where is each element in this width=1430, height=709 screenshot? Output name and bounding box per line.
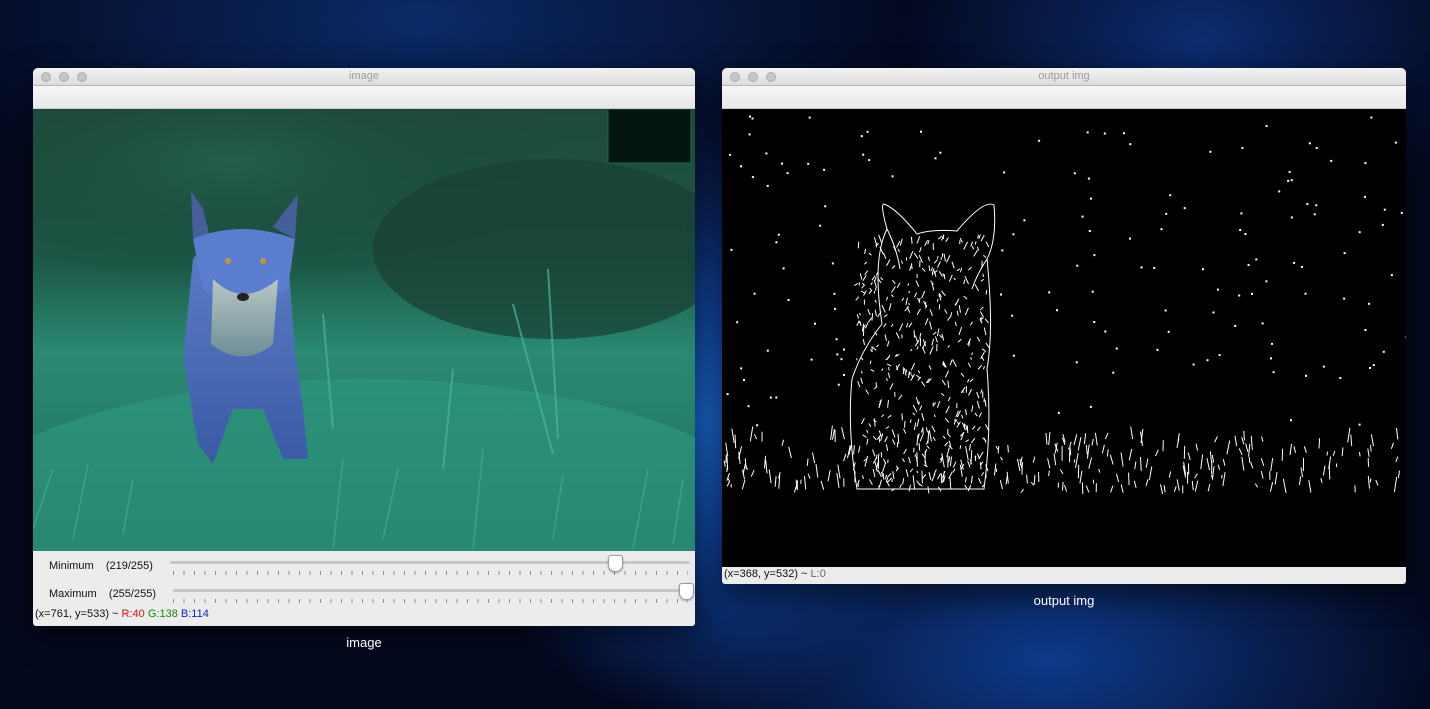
green-value: G:138 xyxy=(147,608,178,620)
output-window-toolbar xyxy=(722,86,1406,109)
minimum-slider-thumb[interactable] xyxy=(608,555,623,572)
blue-value: B:114 xyxy=(180,608,209,620)
cursor-coords: (x=761, y=533) ~ xyxy=(35,608,119,620)
image-window-titlebar[interactable]: image xyxy=(33,68,695,86)
output-window-titlebar[interactable]: output img xyxy=(722,68,1406,86)
output-canvas[interactable] xyxy=(722,109,1406,567)
image-canvas[interactable] xyxy=(33,109,695,551)
window-title: output img xyxy=(1038,70,1090,82)
maximum-trackbar: Maximum (255/255) xyxy=(33,579,695,607)
edge-image xyxy=(723,115,1406,495)
output-window: output img (x=368, y=532) ~ L:0 xyxy=(722,68,1406,584)
image-caption: image xyxy=(346,635,382,650)
fox-photo xyxy=(33,109,695,551)
image-window-toolbar xyxy=(33,86,695,109)
cursor-coords: (x=368, y=532) ~ xyxy=(724,568,808,580)
image-window: image Minimum (219/255) Maximum (255/255… xyxy=(33,68,695,626)
output-caption: output img xyxy=(1033,593,1095,608)
minimum-trackbar: Minimum (219/255) xyxy=(33,551,695,579)
image-status-bar: (x=761, y=533) ~ R:40 G:138 B:114 xyxy=(33,607,695,622)
minimum-label: Minimum (219/255) xyxy=(49,560,153,572)
maximum-slider-thumb[interactable] xyxy=(679,583,694,600)
maximum-label: Maximum (255/255) xyxy=(49,588,156,600)
luma-value: L:0 xyxy=(810,568,826,580)
red-value: R:40 xyxy=(121,608,145,620)
minimum-slider-ticks xyxy=(173,571,688,575)
maximum-slider-track[interactable] xyxy=(173,589,690,592)
output-status-bar: (x=368, y=532) ~ L:0 xyxy=(722,567,1406,582)
window-title: image xyxy=(349,70,379,82)
maximum-slider-ticks xyxy=(173,599,688,603)
